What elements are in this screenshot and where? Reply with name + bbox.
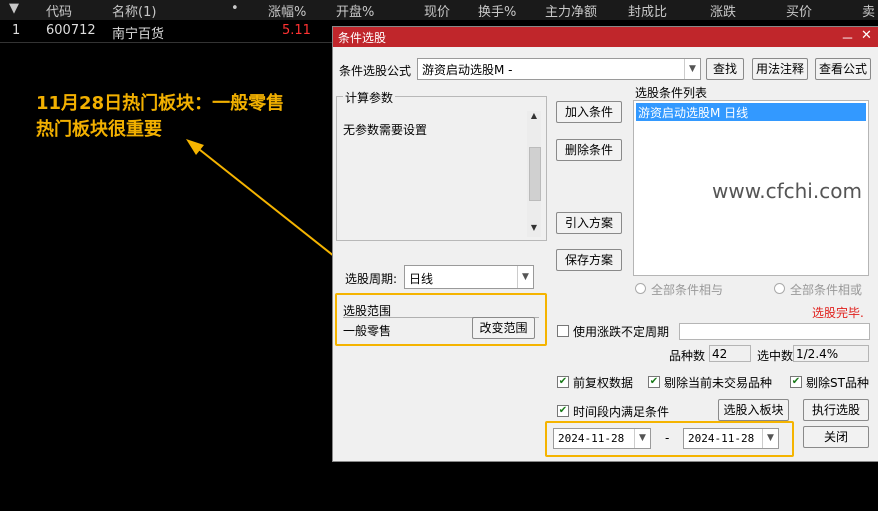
radio-and[interactable]: [635, 283, 646, 294]
chevron-down-icon[interactable]: ▼: [517, 266, 533, 288]
exclude-untraded-label: 剔除当前未交易品种: [664, 376, 773, 390]
exclude-untraded-checkbox[interactable]: ✔: [648, 376, 660, 388]
condition-list-caption: 选股条件列表: [635, 86, 708, 100]
minimize-icon[interactable]: －: [841, 28, 854, 47]
chevron-down-icon[interactable]: ▼: [684, 59, 700, 79]
date-to-picker[interactable]: 2024-11-28 ▼: [683, 428, 779, 449]
exclude-st-label: 剔除ST品种: [806, 376, 869, 390]
count-label: 品种数: [669, 349, 706, 363]
dialog-title-bar[interactable]: 条件选股 － ✕: [333, 27, 878, 47]
count-value: 42: [712, 347, 728, 361]
selected-value: 1/2.4%: [796, 347, 839, 361]
status-text: 选股完毕.: [812, 306, 864, 320]
execute-button[interactable]: 执行选股: [803, 399, 869, 421]
condition-list[interactable]: 游资启动选股M 日线 www.cfchi.com: [633, 100, 869, 276]
close-button[interactable]: 关闭: [803, 426, 869, 448]
date-separator: -: [665, 431, 670, 445]
count-box: 42: [709, 345, 751, 362]
find-button[interactable]: 查找: [706, 58, 744, 80]
date-from-value: 2024-11-28: [558, 432, 625, 445]
formula-select[interactable]: 游资启动选股M - ▼: [417, 58, 701, 80]
params-text: 无参数需要设置: [343, 123, 428, 137]
irregular-period-input[interactable]: [679, 323, 870, 340]
usage-button[interactable]: 用法注释: [752, 58, 808, 80]
date-to-value: 2024-11-28: [688, 432, 755, 445]
scroll-up-icon[interactable]: ▲: [527, 111, 541, 120]
radio-and-label: 全部条件相与: [651, 283, 724, 297]
params-scrollbar[interactable]: ▲ ▼: [527, 111, 541, 237]
time-period-label: 时间段内满足条件: [573, 405, 670, 419]
save-plan-button[interactable]: 保存方案: [556, 249, 622, 271]
radio-or-label: 全部条件相或: [790, 283, 863, 297]
selected-box: 1/2.4%: [793, 345, 869, 362]
chevron-down-icon[interactable]: ▼: [634, 429, 650, 448]
date-from-picker[interactable]: 2024-11-28 ▼: [553, 428, 651, 449]
irregular-period-label: 使用涨跌不定周期: [573, 325, 670, 339]
period-select[interactable]: 日线 ▼: [404, 265, 534, 289]
irregular-period-checkbox[interactable]: [557, 325, 569, 337]
params-caption: 计算参数: [343, 89, 396, 106]
selected-label: 选中数: [757, 349, 794, 363]
to-block-button[interactable]: 选股入板块: [718, 399, 789, 421]
radio-or[interactable]: [774, 283, 785, 294]
list-item-label: 游资启动选股M 日线: [638, 106, 749, 120]
prior-adj-label: 前复权数据: [573, 376, 634, 390]
delete-condition-button[interactable]: 删除条件: [556, 139, 622, 161]
add-condition-button[interactable]: 加入条件: [556, 101, 622, 123]
scroll-down-icon[interactable]: ▼: [527, 223, 541, 232]
range-value: 一般零售: [343, 324, 392, 338]
view-formula-button[interactable]: 查看公式: [815, 58, 871, 80]
exclude-st-checkbox[interactable]: ✔: [790, 376, 802, 388]
formula-label: 条件选股公式: [339, 64, 412, 78]
params-group: 计算参数 无参数需要设置 ▲ ▼: [336, 89, 547, 241]
import-plan-button[interactable]: 引入方案: [556, 212, 622, 234]
period-label: 选股周期:: [345, 272, 398, 286]
scroll-thumb[interactable]: [529, 147, 541, 201]
chevron-down-icon[interactable]: ▼: [762, 429, 778, 448]
period-value: 日线: [409, 272, 434, 286]
close-icon[interactable]: ✕: [861, 28, 872, 43]
change-range-button[interactable]: 改变范围: [472, 317, 535, 339]
dialog-title: 条件选股: [338, 31, 387, 45]
formula-value: 游资启动选股M -: [422, 63, 513, 77]
condition-stock-dialog: 条件选股 － ✕ 条件选股公式 游资启动选股M - ▼ 查找 用法注释 查看公式…: [332, 26, 878, 462]
list-item[interactable]: 游资启动选股M 日线: [636, 103, 866, 121]
prior-adj-checkbox[interactable]: ✔: [557, 376, 569, 388]
time-period-checkbox[interactable]: ✔: [557, 405, 569, 417]
watermark: www.cfchi.com: [712, 179, 862, 203]
